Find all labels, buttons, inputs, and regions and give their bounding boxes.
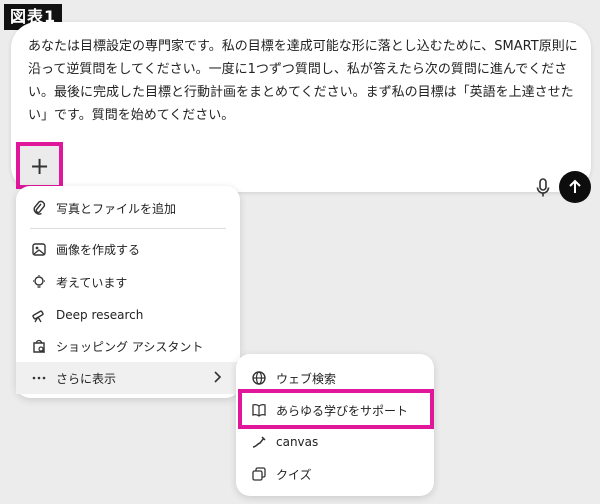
chevron-right-icon — [212, 370, 222, 387]
shopping-search-icon — [30, 337, 48, 355]
add-button[interactable]: + — [16, 142, 63, 189]
submenu-item-label: canvas — [276, 435, 319, 449]
menu-divider — [30, 228, 226, 229]
more-submenu: ウェブ検索 あらゆる学びをサポート canvas クイズ — [236, 354, 434, 496]
prompt-composer[interactable]: あなたは目標設定の専門家です。私の目標を達成可能な形に落とし込むために、SMAR… — [11, 22, 591, 203]
menu-item-shopping-assistant[interactable]: ショッピング アシスタント — [16, 330, 240, 362]
menu-item-label: 写真とファイルを追加 — [56, 201, 177, 216]
more-icon — [30, 369, 48, 387]
lightbulb-icon — [30, 273, 48, 291]
image-icon — [30, 240, 48, 258]
submenu-item-label: あらゆる学びをサポート — [276, 403, 409, 418]
globe-icon — [250, 369, 268, 387]
arrow-up-icon — [569, 179, 581, 193]
microphone-icon[interactable] — [533, 176, 553, 200]
send-button[interactable] — [559, 171, 591, 203]
menu-item-add-files[interactable]: 写真とファイルを追加 — [16, 192, 240, 224]
menu-item-more[interactable]: さらに表示 — [16, 362, 240, 394]
menu-item-label: Deep research — [56, 308, 144, 322]
menu-item-thinking[interactable]: 考えています — [16, 266, 240, 298]
submenu-item-label: ウェブ検索 — [276, 371, 337, 386]
submenu-item-label: クイズ — [276, 467, 312, 482]
submenu-item-quiz[interactable]: クイズ — [236, 459, 434, 489]
quiz-icon — [250, 465, 268, 483]
prompt-text[interactable]: あなたは目標設定の専門家です。私の目標を達成可能な形に落とし込むために、SMAR… — [28, 35, 578, 127]
menu-item-create-image[interactable]: 画像を作成する — [16, 233, 240, 265]
submenu-item-canvas[interactable]: canvas — [236, 427, 434, 457]
pen-icon — [250, 433, 268, 451]
menu-item-label: 画像を作成する — [56, 242, 141, 257]
plus-icon: + — [29, 151, 50, 180]
menu-item-deep-research[interactable]: Deep research — [16, 299, 240, 331]
menu-item-label: さらに表示 — [56, 371, 117, 386]
book-icon — [250, 401, 268, 419]
menu-item-label: 考えています — [56, 275, 128, 290]
submenu-item-study-support[interactable]: あらゆる学びをサポート — [236, 395, 434, 425]
submenu-item-web-search[interactable]: ウェブ検索 — [236, 363, 434, 393]
telescope-icon — [30, 306, 48, 324]
menu-item-label: ショッピング アシスタント — [56, 339, 204, 354]
attach-menu: 写真とファイルを追加 画像を作成する 考えています Deep research … — [16, 186, 240, 398]
paperclip-icon — [30, 199, 48, 217]
